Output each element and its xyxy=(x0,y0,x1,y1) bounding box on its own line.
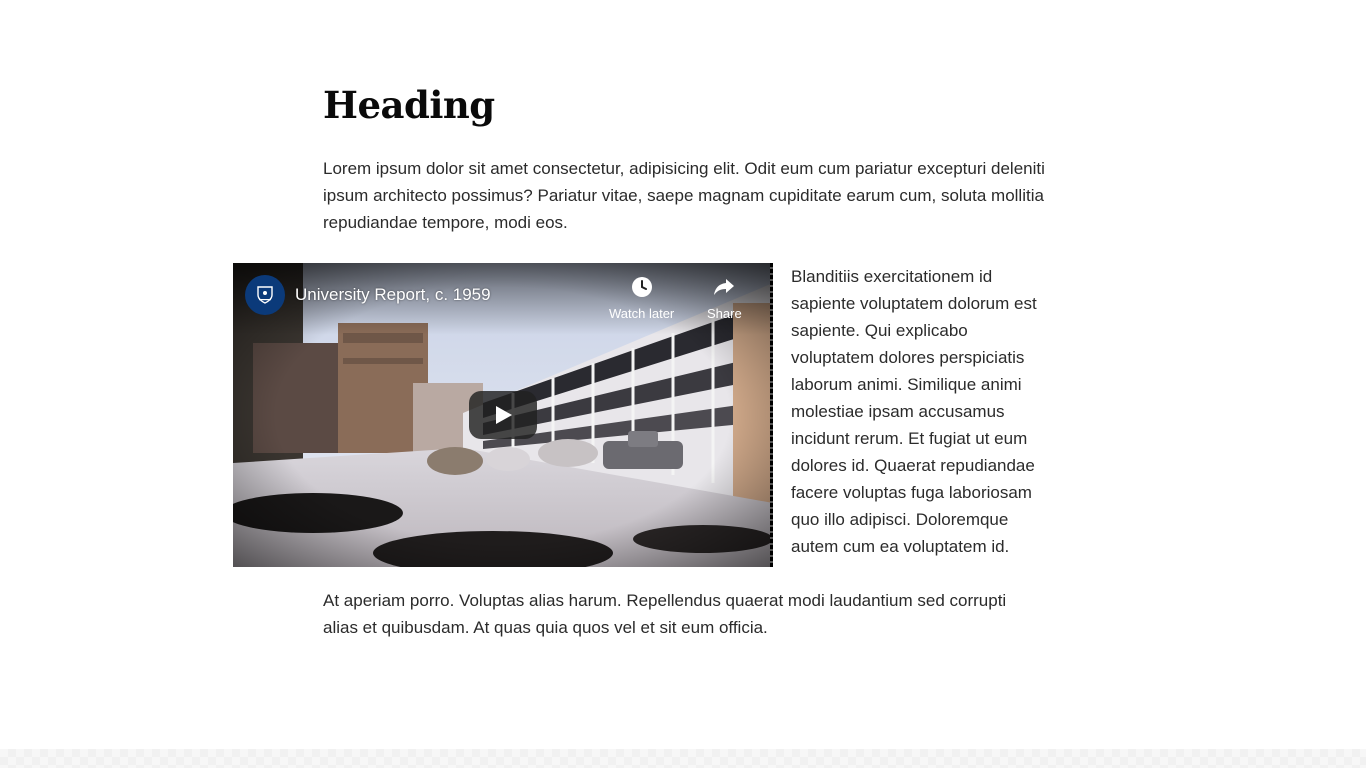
watch-later-button[interactable]: Watch later xyxy=(609,275,674,321)
university-crest-icon xyxy=(257,286,273,304)
play-icon xyxy=(496,406,512,424)
video-title[interactable]: University Report, c. 1959 xyxy=(295,285,491,305)
side-paragraph: Blanditiis exercitationem id sapiente vo… xyxy=(791,267,1037,556)
footer-pattern xyxy=(0,749,1366,768)
closing-paragraph: At aperiam porro. Voluptas alias harum. … xyxy=(323,591,1007,637)
watch-later-label: Watch later xyxy=(609,306,675,321)
film-edge xyxy=(770,263,773,567)
share-label: Share xyxy=(707,306,742,321)
channel-avatar[interactable] xyxy=(245,275,285,315)
share-button[interactable]: Share xyxy=(707,275,742,321)
play-button[interactable] xyxy=(469,391,537,439)
video-embed[interactable]: University Report, c. 1959 Watch later S… xyxy=(233,263,773,567)
clock-icon xyxy=(630,275,654,299)
intro-paragraph: Lorem ipsum dolor sit amet consectetur, … xyxy=(323,159,1045,232)
page-heading: Heading xyxy=(323,83,495,127)
share-arrow-icon xyxy=(712,275,736,299)
